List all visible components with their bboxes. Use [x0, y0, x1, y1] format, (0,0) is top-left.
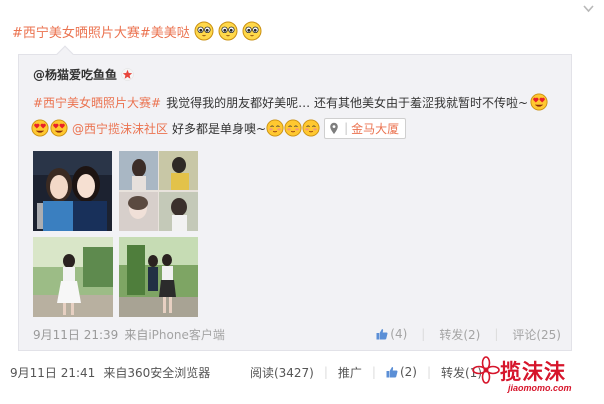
quoted-comment-button[interactable]: 评论(25) — [512, 326, 561, 343]
location-label: 金马大厦 — [351, 121, 400, 136]
quoted-like-count: (4) — [390, 327, 408, 341]
flower-logo-icon — [472, 356, 500, 384]
watermark-url: jiaomomo.com — [508, 383, 572, 393]
post-photo[interactable] — [33, 151, 112, 231]
quoted-author-link[interactable]: @杨猫爱吃鱼鱼 — [33, 66, 117, 83]
action-divider: | — [323, 365, 328, 379]
post-text: #西宁美女晒照片大赛# 美美哒 — [12, 18, 262, 44]
action-divider: | — [494, 327, 499, 341]
thumbs-up-icon — [376, 329, 388, 340]
location-pin-icon — [330, 122, 338, 134]
action-divider: | — [426, 365, 431, 379]
heart-eyes-icon — [530, 93, 548, 111]
cute-face-icon — [194, 21, 214, 41]
quoted-text-2: 好多都是单身噢~ — [172, 121, 267, 136]
quoted-source-prefix: 来自 — [124, 327, 149, 342]
location-button[interactable]: | 金马大厦 — [324, 117, 407, 139]
post-text-link[interactable]: 美美哒 — [151, 22, 190, 41]
promote-button[interactable]: 推广 — [338, 364, 362, 381]
community-mention-link[interactable]: @西宁揽沫沫社区 — [72, 120, 168, 137]
dropdown-arrow-icon[interactable] — [583, 5, 594, 13]
post-photo[interactable] — [119, 151, 198, 231]
quoted-text-line1: #西宁美女晒照片大赛# 我觉得我的朋友都好美呢… 还有其他美女由于羞涩我就暂时不… — [33, 91, 548, 113]
cute-face-icon — [242, 21, 262, 41]
post-source[interactable]: 来自360安全浏览器 — [103, 364, 210, 381]
cute-face-icon — [218, 21, 238, 41]
quoted-topic-link[interactable]: #西宁美女晒照片大赛# — [33, 94, 161, 111]
read-count: 阅读(3427) — [249, 365, 314, 380]
watermark-name: 揽沫沫 — [500, 359, 566, 384]
post-like-button[interactable]: (2) — [386, 365, 417, 379]
thumbs-up-icon — [386, 367, 398, 378]
quoted-text-line2: @西宁揽沫沫社区 好多都是单身噢~ | 金马大厦 — [31, 117, 407, 139]
quoted-post: @杨猫爱吃鱼鱼 #西宁美女晒照片大赛# 我觉得我的朋友都好美呢… 还有其他美女由… — [18, 45, 572, 351]
action-divider: | — [421, 327, 426, 341]
quoted-footer: 9月11日 21:39 来自iPhone客户端 (4) | 转发(2) | 评论… — [33, 325, 561, 343]
shy-face-icon — [284, 119, 302, 137]
location-separator: | — [344, 121, 349, 135]
heart-eyes-icon — [50, 119, 68, 137]
quoted-source-link[interactable]: iPhone客户端 — [148, 328, 225, 342]
quote-notch — [56, 45, 74, 63]
post-photo[interactable] — [119, 237, 198, 317]
watermark-logo: 揽沫沫 jiaomomo.com — [472, 354, 600, 398]
post-photo[interactable] — [33, 237, 113, 317]
post-time-link[interactable]: 9月11日 21:41 — [10, 364, 95, 381]
quoted-text: 我觉得我的朋友都好美呢… 还有其他美女由于羞涩我就暂时不传啦~ — [166, 95, 528, 110]
post-like-count: (2) — [399, 365, 417, 379]
quoted-like-button[interactable]: (4) — [376, 327, 407, 341]
shy-face-icon — [266, 119, 284, 137]
shy-face-icon — [302, 119, 320, 137]
vip-crown-icon[interactable] — [121, 68, 134, 81]
quoted-author-row: @杨猫爱吃鱼鱼 — [33, 66, 134, 83]
quoted-source: 来自iPhone客户端 — [124, 326, 225, 343]
quoted-actions: (4) | 转发(2) | 评论(25) — [376, 326, 561, 343]
post-topic-link[interactable]: #西宁美女晒照片大赛# — [12, 22, 151, 41]
quoted-time-link[interactable]: 9月11日 21:39 — [33, 326, 118, 343]
action-divider: | — [371, 365, 376, 379]
quoted-forward-button[interactable]: 转发(2) — [439, 326, 480, 343]
heart-eyes-icon — [31, 119, 49, 137]
